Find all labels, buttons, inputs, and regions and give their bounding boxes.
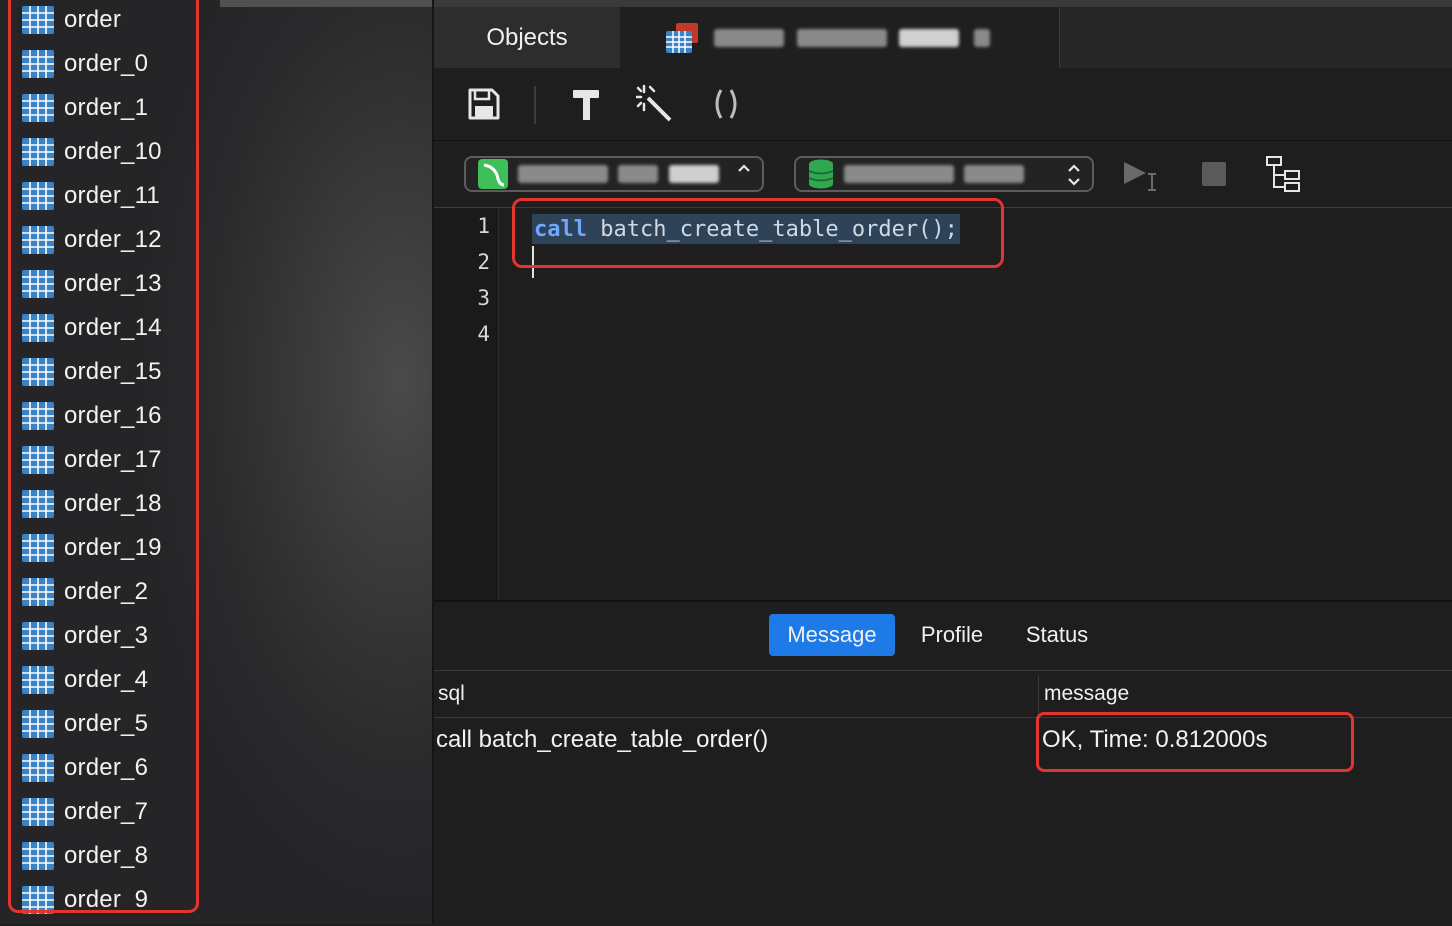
result-tabs: Message Profile Status [434,602,1452,671]
code-highlight-box [512,198,1004,268]
mysql-connection-icon [478,159,508,189]
chevron-up-down-icon [738,164,750,172]
sidebar-scroll-strip [220,0,432,7]
column-header-sql[interactable]: sql [438,671,465,717]
beautify-button[interactable] [564,82,608,126]
tab-message[interactable]: Message [769,614,895,656]
database-icon [808,159,834,189]
toolbar-separator [534,86,536,124]
column-header-message[interactable]: message [1044,671,1129,717]
message-highlight-box [1036,712,1354,772]
result-grid-header: sql message [434,671,1452,718]
chevron-up-down-icon [1068,164,1080,186]
stop-icon [1202,162,1226,186]
line-number: 3 [477,286,490,310]
column-divider[interactable] [1038,676,1039,716]
tab-objects[interactable]: Objects [434,7,621,68]
sql-editor[interactable]: 1234 call batch_create_table_order(); [434,198,1452,600]
tab-status[interactable]: Status [1012,614,1102,656]
object-sidebar: order order_0 order_1 order_10 order_11 order… [0,0,434,924]
tab-profile[interactable]: Profile [904,614,1000,656]
magic-wand-button[interactable] [634,82,678,126]
tab-bar: Objects [434,0,1452,68]
tab-message-label: Message [787,622,877,647]
query-table-icon [666,22,698,53]
save-icon [468,88,500,120]
tab-objects-label: Objects [486,23,568,51]
table-list-highlight-box [8,0,199,913]
editor-toolbar [434,68,1452,141]
parentheses-button[interactable] [704,82,748,126]
line-number: 2 [477,250,490,274]
results-panel: Message Profile Status sql message call … [434,600,1452,926]
tab-query-title-redacted [714,24,991,52]
magic-wand-icon [636,84,672,122]
connection-select[interactable] [464,156,764,192]
run-selected-button[interactable] [1118,152,1162,196]
explain-button[interactable] [1262,152,1306,196]
connection-name-redacted [518,164,719,183]
database-select[interactable] [794,156,1094,192]
line-number: 4 [477,322,490,346]
run-cursor-icon [1124,162,1156,191]
tab-query[interactable] [620,7,1060,68]
database-name-redacted [844,164,1025,183]
line-number: 1 [477,214,490,238]
explain-tree-icon [1266,156,1300,192]
hammer-icon [573,90,599,120]
stop-button[interactable] [1192,152,1236,196]
tab-profile-label: Profile [920,622,984,647]
result-cell-sql[interactable]: call batch_create_table_order() [436,726,768,754]
parentheses-icon [715,89,737,119]
save-button[interactable] [462,82,506,126]
tab-status-label: Status [1025,622,1089,647]
query-editor-window: Objects 1 2 3 4 call batch_create_table_… [434,0,1452,926]
line-number-gutter: 1 2 3 4 [434,208,499,600]
